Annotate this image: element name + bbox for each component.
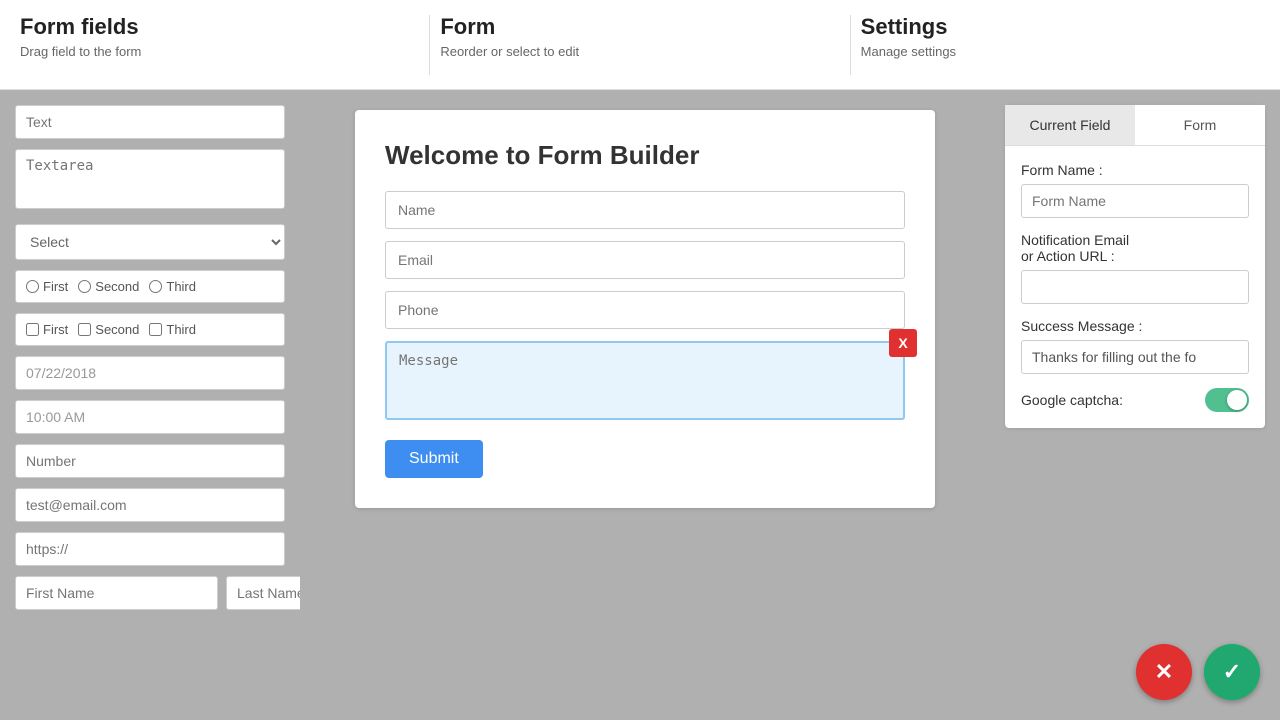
email-field-item: [15, 488, 285, 522]
header-fields-section: Form fields Drag field to the form: [20, 14, 419, 59]
settings-body: Form Name : Notification Email or Action…: [1005, 146, 1265, 428]
url-input[interactable]: [15, 532, 285, 566]
date-field-item: [15, 356, 285, 390]
radio-third[interactable]: [149, 280, 162, 293]
submit-button[interactable]: Submit: [385, 440, 483, 478]
form-email-field: [385, 241, 905, 279]
textarea-field-item: [15, 149, 285, 214]
checkbox-first[interactable]: [26, 323, 39, 336]
settings-card: Current Field Form Form Name : Notificat…: [1005, 105, 1265, 428]
form-textarea-wrap: X: [385, 341, 905, 420]
name-row: [15, 576, 285, 610]
main-layout: Select First Second Third First Second T…: [0, 90, 1280, 720]
center-panel: Welcome to Form Builder X Submit: [300, 90, 990, 720]
checkbox-second-label[interactable]: Second: [78, 322, 139, 337]
fields-subtitle: Drag field to the form: [20, 44, 419, 59]
checkbox-third-label[interactable]: Third: [149, 322, 196, 337]
url-field-item: [15, 532, 285, 566]
checkbox-third[interactable]: [149, 323, 162, 336]
radio-second[interactable]: [78, 280, 91, 293]
select-field-item: Select: [15, 224, 285, 260]
header-form-section: Form Reorder or select to edit: [440, 14, 839, 59]
form-message-field: X: [385, 341, 905, 420]
form-name-label: Form Name :: [1021, 162, 1249, 178]
form-card-title: Welcome to Form Builder: [385, 140, 905, 171]
form-name-setting-input[interactable]: [1021, 184, 1249, 218]
captcha-toggle[interactable]: [1205, 388, 1249, 412]
header-divider-2: [850, 15, 851, 75]
number-input[interactable]: [15, 444, 285, 478]
header-divider-1: [429, 15, 430, 75]
success-input[interactable]: [1021, 340, 1249, 374]
checkbox-first-label[interactable]: First: [26, 322, 68, 337]
checkbox-second[interactable]: [78, 323, 91, 336]
left-panel: Select First Second Third First Second T…: [0, 90, 300, 720]
form-phone-field: [385, 291, 905, 329]
success-label: Success Message :: [1021, 318, 1249, 334]
header: Form fields Drag field to the form Form …: [0, 0, 1280, 90]
select-input[interactable]: Select: [15, 224, 285, 260]
form-subtitle: Reorder or select to edit: [440, 44, 839, 59]
firstname-input[interactable]: [15, 576, 218, 610]
time-field-item: [15, 400, 285, 434]
confirm-button[interactable]: ✓: [1204, 644, 1260, 700]
text-input[interactable]: [15, 105, 285, 139]
checkbox-group: First Second Third: [15, 313, 285, 346]
date-input[interactable]: [15, 356, 285, 390]
radio-second-label[interactable]: Second: [78, 279, 139, 294]
notification-label: Notification Email or Action URL :: [1021, 232, 1249, 264]
captcha-label: Google captcha:: [1021, 392, 1123, 408]
toggle-knob: [1227, 390, 1247, 410]
settings-subtitle: Manage settings: [861, 44, 1260, 59]
fields-title: Form fields: [20, 14, 419, 40]
remove-message-button[interactable]: X: [889, 329, 917, 357]
form-card: Welcome to Form Builder X Submit: [355, 110, 935, 508]
time-input[interactable]: [15, 400, 285, 434]
tab-current-field[interactable]: Current Field: [1005, 105, 1135, 145]
textarea-input[interactable]: [15, 149, 285, 209]
form-name-field: [385, 191, 905, 229]
number-field-item: [15, 444, 285, 478]
captcha-row: Google captcha:: [1021, 388, 1249, 412]
email-input[interactable]: [15, 488, 285, 522]
tab-form[interactable]: Form: [1135, 105, 1265, 145]
radio-group: First Second Third: [15, 270, 285, 303]
radio-first[interactable]: [26, 280, 39, 293]
radio-first-label[interactable]: First: [26, 279, 68, 294]
settings-title: Settings: [861, 14, 1260, 40]
name-field-item: [15, 576, 285, 610]
form-phone-input[interactable]: [385, 291, 905, 329]
radio-third-label[interactable]: Third: [149, 279, 196, 294]
settings-tabs: Current Field Form: [1005, 105, 1265, 146]
bottom-buttons: ✕ ✓: [1136, 644, 1260, 700]
right-panel: Current Field Form Form Name : Notificat…: [990, 90, 1280, 720]
form-title: Form: [440, 14, 839, 40]
checkbox-field-item: First Second Third: [15, 313, 285, 346]
form-name-input[interactable]: [385, 191, 905, 229]
cancel-button[interactable]: ✕: [1136, 644, 1192, 700]
notification-input[interactable]: [1021, 270, 1249, 304]
form-email-input[interactable]: [385, 241, 905, 279]
text-field-item: [15, 105, 285, 139]
header-settings-section: Settings Manage settings: [861, 14, 1260, 59]
lastname-input[interactable]: [226, 576, 300, 610]
radio-field-item: First Second Third: [15, 270, 285, 303]
form-message-input[interactable]: [387, 343, 903, 413]
